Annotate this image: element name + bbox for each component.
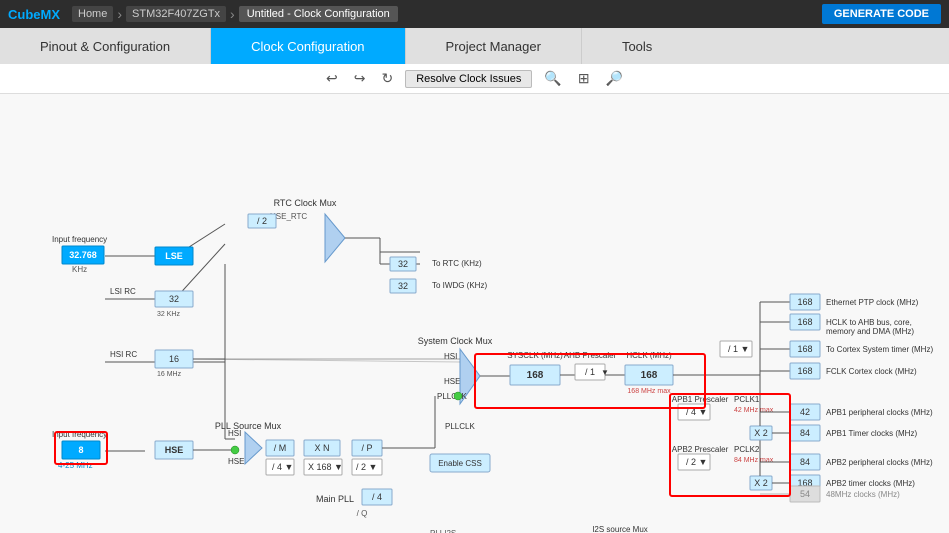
to-rtc-label: To RTC (KHz) [432,259,482,268]
refresh-button[interactable]: ↻ [377,68,397,89]
div4-q-label: / 4 [372,492,382,502]
hclk-value: 168 [641,370,658,381]
div2-rtc-label: / 2 [257,216,267,226]
cortex-sys-value: 168 [797,344,812,354]
hclk-max-label: 168 MHz max [627,388,671,395]
apb2-prescaler-label: APB2 Prescaler [672,445,729,454]
grid-button[interactable]: ⊞ [574,68,594,89]
to-iwdg-label: To IWDG (KHz) [432,281,487,290]
hse-label: HSE [165,445,184,455]
generate-code-button[interactable]: GENERATE CODE [822,4,941,24]
sysclk-value: 168 [527,370,544,381]
tab-pinout[interactable]: Pinout & Configuration [0,28,211,64]
pclk2-max: 84 MHz max [734,457,774,464]
redo-button[interactable]: ↪ [350,68,370,89]
tab-clock[interactable]: Clock Configuration [211,28,405,64]
ahb-prescaler-label: AHB Prescaler [564,351,617,360]
div4-pll-label: / 4 ▼ [272,462,293,472]
hsi-rc-label: HSI RC [110,350,137,359]
clock-diagram-canvas: RTC Clock Mux HSE_RTC / 2 32 To RTC (KHz… [0,94,949,533]
ahb-arrow: ▼ [601,368,609,377]
toolbar: ↩ ↪ ↻ Resolve Clock Issues 🔍 ⊞ 🔎 [0,64,949,94]
freq1-label: Input frequency [52,235,107,244]
hclk-bus-label2: memory and DMA (MHz) [826,327,914,336]
pclk1-label: PCLK1 [734,395,760,404]
undo-button[interactable]: ↩ [322,68,342,89]
div2-p-label: / 2 ▼ [356,462,377,472]
hsi-value: 16 [169,354,179,364]
hsi-pll-label: HSI [228,429,241,438]
lsi-value: 32 [169,294,179,304]
main-pll-label: Main PLL [316,494,354,504]
apb2-periph-value: 84 [800,457,810,467]
hsi-mhz: 16 MHz [157,371,182,378]
breadcrumb-current: Untitled - Clock Configuration [239,6,398,22]
pllclk-label: PLLCLK [437,392,467,401]
hclk-bus-value: 168 [797,317,812,327]
div32-label: 32 [398,259,408,269]
app-logo: CubeMX [8,7,60,22]
freq1-unit: KHz [72,265,87,274]
freq2-range: 4-25 MHz [58,461,93,470]
apb1-prescaler-label: APB1 Prescaler [672,395,729,404]
zoom-in-button[interactable]: 🔍 [540,68,565,89]
hse-pll-indicator [231,446,239,454]
freq2-value: 8 [78,445,83,455]
nav-tabs: Pinout & Configuration Clock Configurati… [0,28,949,64]
resolve-clock-issues-button[interactable]: Resolve Clock Issues [405,70,532,88]
lsi-khz: 32 KHz [157,311,180,318]
mul-n-label: X N [314,443,329,453]
mul168-label: X 168 ▼ [308,462,343,472]
apb1-x2-label: X 2 [754,428,768,438]
breadcrumb-home[interactable]: Home [72,6,113,22]
fclk-label: FCLK Cortex clock (MHz) [826,367,917,376]
lse-label: LSE [165,251,183,261]
breadcrumb-device[interactable]: STM32F407ZGTx [126,6,226,22]
fclk-value: 168 [797,366,812,376]
hsi-sys-label: HSI [444,352,457,361]
eth-ptp-value: 168 [797,297,812,307]
apb2-div2-label: / 2 ▼ [686,457,707,467]
div-p-label: / P [361,443,372,453]
div32-iwdg-label: 32 [398,281,408,291]
48mhz-label: 48MHz clocks (MHz) [826,490,900,499]
hse-sys-label: HSE [444,377,460,386]
div-m-label: / M [274,443,287,453]
hse-pll-label: HSE [228,457,244,466]
sys-clk-mux-label: System Clock Mux [418,336,493,346]
pllclk-indicator [454,392,462,400]
clock-diagram-svg: RTC Clock Mux HSE_RTC / 2 32 To RTC (KHz… [0,94,949,533]
apb1-periph-label: APB1 peripheral clocks (MHz) [826,408,933,417]
apb2-periph-label: APB2 peripheral clocks (MHz) [826,458,933,467]
apb1-timer-value: 84 [800,428,810,438]
apb1-timer-label: APB1 Timer clocks (MHz) [826,429,917,438]
pclk1-max: 42 MHz max [734,407,774,414]
apb1-periph-value: 42 [800,407,810,417]
zoom-out-button[interactable]: 🔎 [602,68,627,89]
apb2-timer-label: APB2 timer clocks (MHz) [826,479,915,488]
i2s-src-mux-label: I2S source Mux [592,525,648,533]
sysclk-mhz-label: SYSCLK (MHz) [507,351,563,360]
ahb-div1-label: / 1 [585,367,595,377]
div-q-label: / Q [357,509,368,518]
pclk2-label: PCLK2 [734,445,760,454]
cortex-sys-label: To Cortex System timer (MHz) [826,345,933,354]
top-bar: CubeMX Home › STM32F407ZGTx › Untitled -… [0,0,949,28]
eth-ptp-label: Ethernet PTP clock (MHz) [826,298,919,307]
hclk-bus-label: HCLK to AHB bus, core, [826,318,912,327]
rtc-mux-label: RTC Clock Mux [274,198,337,208]
apb2-x2-label: X 2 [754,478,768,488]
tab-tools[interactable]: Tools [582,28,949,64]
plli2s-label: PLLI2S [430,529,456,533]
hclk-mhz-label: HCLK (MHz) [626,351,672,360]
tab-project[interactable]: Project Manager [406,28,582,64]
freq1-value: 32.768 [69,250,97,260]
48mhz-value: 54 [800,489,810,499]
lsi-rc-label: LSI RC [110,287,136,296]
cortex-div1-label: / 1 ▼ [728,344,749,354]
enable-css-label: Enable CSS [438,459,482,468]
pllclk-sys-label: PLLCLK [445,422,475,431]
